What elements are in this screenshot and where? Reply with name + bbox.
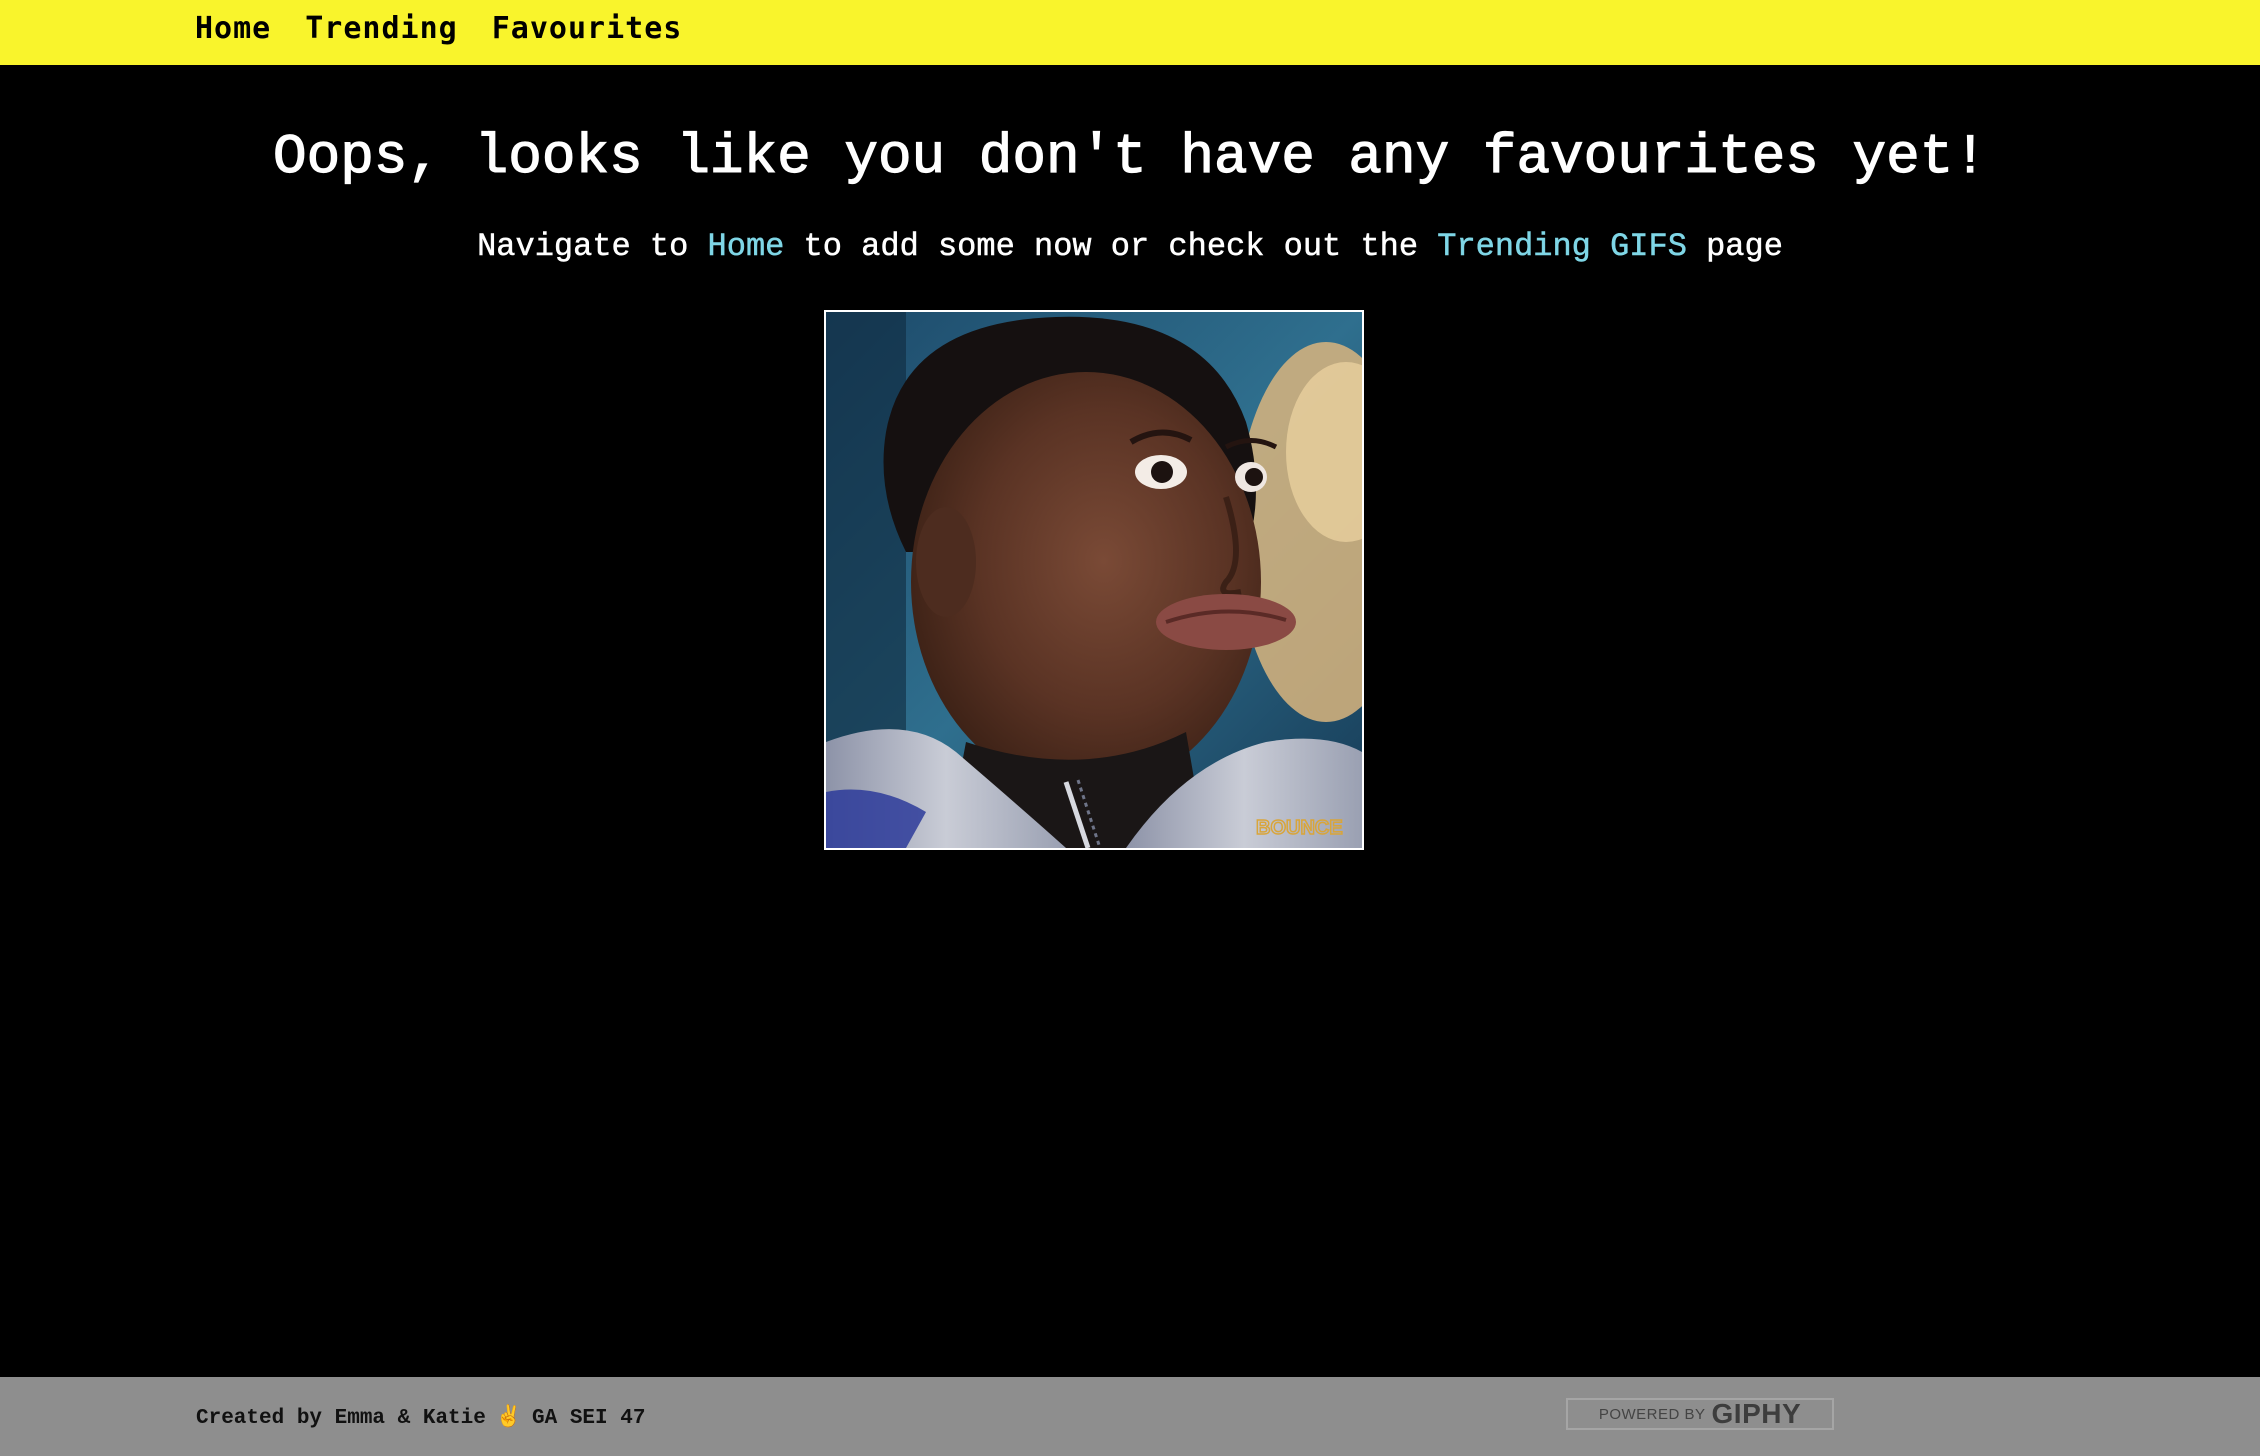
powered-by-giphy-badge[interactable]: POWERED BY GIPHY — [1566, 1398, 1834, 1430]
navigation-hint: Navigate to Home to add some now or chec… — [0, 228, 2260, 266]
reaction-gif: BOUNCE — [824, 310, 1364, 850]
giphy-logo: GIPHY — [1711, 1398, 1802, 1429]
hint-middle: to add some now or check out the — [784, 228, 1438, 266]
favourites-empty-state: Oops, looks like you don't have any favo… — [0, 65, 2260, 1377]
nav-home-link[interactable]: Home — [195, 11, 271, 46]
hint-suffix: page — [1686, 228, 1783, 266]
page-footer: Created by Emma & Katie ✌️ GA SEI 47 POWER… — [0, 1377, 2260, 1456]
nav-favourites-link[interactable]: Favourites — [492, 11, 683, 46]
footer-credits: Created by Emma & Katie ✌️ GA SEI 47 — [196, 1404, 645, 1430]
victory-hand-icon: ✌️ — [495, 1404, 523, 1428]
nav-trending-link[interactable]: Trending — [305, 11, 458, 46]
gif-watermark: BOUNCE — [1256, 817, 1343, 839]
hint-prefix: Navigate to — [477, 228, 708, 266]
empty-favourites-heading: Oops, looks like you don't have any favo… — [272, 124, 1987, 189]
credits-cohort: GA SEI 47 — [532, 1407, 646, 1430]
top-navbar: Home Trending Favourites — [0, 0, 2260, 65]
trending-gifs-link[interactable]: Trending GIFS — [1437, 228, 1687, 266]
home-link[interactable]: Home — [707, 228, 784, 266]
nav-links: Home Trending Favourites — [195, 11, 682, 46]
reaction-gif-illustration: BOUNCE — [826, 312, 1362, 848]
giphy-powered-label: POWERED BY — [1598, 1405, 1706, 1423]
credits-authors: Created by Emma & Katie — [196, 1407, 486, 1430]
